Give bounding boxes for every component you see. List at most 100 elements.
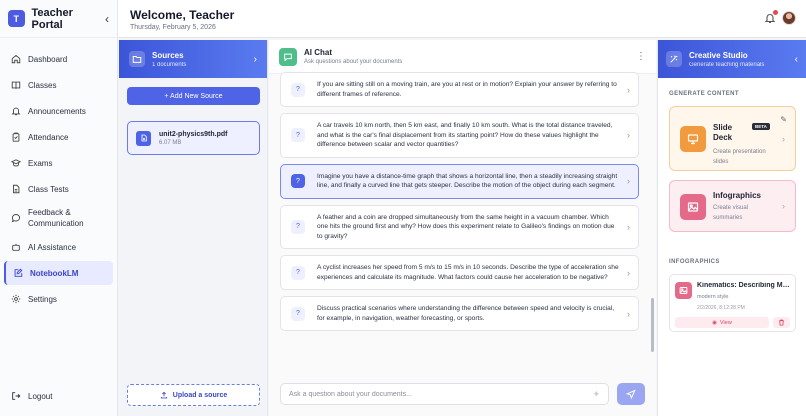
sources-title: Sources (152, 50, 184, 60)
eye-icon: ◉ (712, 319, 717, 326)
more-options-icon[interactable]: ⋮ (636, 51, 646, 62)
beta-badge: BETA (752, 123, 770, 130)
logout-icon (12, 392, 21, 400)
source-file-card[interactable]: unit2-physics9th.pdf 6.07 MB (127, 121, 260, 155)
sidebar-item-classes[interactable]: Classes (4, 73, 113, 97)
slide-deck-description: Create presentation slides (713, 147, 766, 167)
question-card-selected[interactable]: ? Imagine you have a distance-time graph… (280, 163, 639, 199)
notification-badge (772, 9, 779, 16)
question-card[interactable]: ? A cyclist increases her speed from 5 m… (280, 255, 639, 290)
infographics-card[interactable]: Infographics Create visual summaries › (669, 180, 796, 232)
chevron-right-icon: › (627, 308, 630, 319)
infographics-title: Infographics (713, 191, 762, 200)
infographic-item-card[interactable]: Kinematics: Describing Motio... modern s… (669, 274, 796, 332)
studio-heading: Creative Studio Generate teaching materi… (689, 51, 764, 68)
question-icon: ? (291, 306, 305, 321)
logout-button[interactable]: Logout (4, 386, 59, 406)
chat-header: AI Chat Ask questions about your documen… (269, 40, 656, 74)
sidebar-item-dashboard[interactable]: Dashboard (4, 47, 113, 71)
add-source-button[interactable]: + Add New Source (127, 87, 260, 105)
send-button[interactable] (617, 383, 645, 405)
sidebar-item-feedback[interactable]: Feedback & Communication (4, 203, 113, 233)
upload-source-button[interactable]: Upload a source (127, 384, 260, 406)
trash-icon (779, 319, 784, 326)
graduation-cap-icon (11, 159, 21, 167)
view-label: View (719, 319, 732, 326)
sidebar-item-notebooklm[interactable]: NotebookLM (4, 261, 113, 285)
source-file-size: 6.07 MB (159, 139, 182, 146)
chat-icon (11, 214, 21, 223)
question-card[interactable]: ? If you are sitting still on a moving t… (280, 72, 639, 107)
chevron-right-icon: › (627, 130, 630, 141)
upload-icon (160, 391, 167, 399)
chat-scrollbar[interactable] (651, 298, 654, 352)
chevron-left-icon[interactable]: ‹ (795, 54, 798, 65)
sidebar-item-label: Settings (28, 294, 57, 304)
question-card[interactable]: ? A car travels 10 km north, then 5 km e… (280, 113, 639, 158)
sidebar-item-announcements[interactable]: Announcements (4, 99, 113, 123)
delete-button[interactable] (773, 317, 790, 328)
document-icon (13, 184, 20, 194)
infographics-description: Create visual summaries (713, 203, 748, 223)
notifications-button[interactable] (764, 9, 779, 24)
sidebar-nav: Dashboard Classes Announcements Attendan… (0, 38, 117, 311)
chat-input[interactable] (289, 390, 593, 398)
question-card[interactable]: ? A feather and a coin are dropped simul… (280, 204, 639, 249)
chat-bubble-icon (279, 47, 297, 66)
sparkle-icon: ✦ (592, 388, 600, 399)
question-icon: ? (291, 219, 305, 234)
page-title: Welcome, Teacher (130, 8, 235, 22)
studio-title: Creative Studio (689, 50, 748, 60)
user-avatar[interactable] (782, 11, 796, 25)
pencil-icon[interactable]: ✎ (780, 115, 787, 124)
home-icon (11, 54, 21, 64)
source-file-info: unit2-physics9th.pdf 6.07 MB (159, 131, 227, 146)
folder-icon (129, 51, 145, 67)
ai-chat-panel: AI Chat Ask questions about your documen… (269, 40, 656, 416)
sidebar-item-label: Class Tests (28, 184, 69, 194)
notebook-edit-icon (14, 268, 23, 277)
upload-label: Upload a source (172, 391, 228, 399)
logout-label: Logout (28, 391, 53, 401)
view-button[interactable]: ◉ View (675, 317, 769, 328)
studio-subtitle: Generate teaching materials (689, 61, 765, 68)
studio-header[interactable]: Creative Studio Generate teaching materi… (658, 40, 806, 78)
sidebar-item-ai-assistance[interactable]: AI Assistance (4, 235, 113, 259)
infographic-item-title: Kinematics: Describing Motio... (697, 282, 792, 289)
suggested-questions-list: ? If you are sitting still on a moving t… (280, 72, 639, 337)
infographic-thumbnail-icon (675, 282, 692, 299)
sidebar-item-label: Announcements (28, 106, 86, 116)
sidebar-item-settings[interactable]: Settings (4, 287, 113, 311)
question-card[interactable]: ? Discuss practical scenarios where unde… (280, 296, 639, 331)
sidebar-item-attendance[interactable]: Attendance (4, 125, 113, 149)
slide-deck-card[interactable]: Slide Deck BETA Create presentation slid… (669, 106, 796, 171)
chevron-right-icon: › (782, 201, 785, 211)
sources-panel: Sources 1 documents › + Add New Source u… (119, 40, 268, 416)
magic-wand-icon (666, 51, 682, 67)
question-text: A cyclist increases her speed from 5 m/s… (317, 264, 619, 281)
robot-icon (12, 243, 20, 251)
chevron-right-icon: › (627, 221, 630, 232)
sidebar: T Teacher Portal ‹ Dashboard Classes Ann… (0, 0, 118, 416)
gear-icon (11, 294, 21, 304)
pdf-file-icon (136, 130, 151, 146)
brand: T Teacher Portal ‹ (0, 0, 117, 38)
sidebar-collapse-icon[interactable]: ‹ (105, 13, 109, 25)
question-text: A feather and a coin are dropped simulta… (317, 213, 615, 240)
sources-header[interactable]: Sources 1 documents › (119, 40, 267, 78)
chevron-right-icon: › (627, 84, 630, 95)
bell-icon (11, 107, 21, 116)
sidebar-item-label: NotebookLM (30, 268, 79, 278)
question-icon: ? (291, 265, 305, 280)
slide-deck-title: Slide Deck (713, 123, 732, 143)
sidebar-item-exams[interactable]: Exams (4, 151, 113, 175)
question-text: A car travels 10 km north, then 5 km eas… (317, 122, 613, 148)
chevron-right-icon: › (253, 53, 257, 65)
sidebar-item-label: AI Assistance (28, 242, 77, 252)
chat-input-box[interactable]: ✦ (280, 383, 609, 405)
brand-title: Teacher Portal (31, 6, 73, 31)
infographics-desc-line1: Create visual (713, 205, 749, 211)
app-root: T Teacher Portal ‹ Dashboard Classes Ann… (0, 0, 806, 416)
sidebar-item-class-tests[interactable]: Class Tests (4, 177, 113, 201)
question-text: If you are sitting still on a moving tra… (317, 81, 617, 98)
